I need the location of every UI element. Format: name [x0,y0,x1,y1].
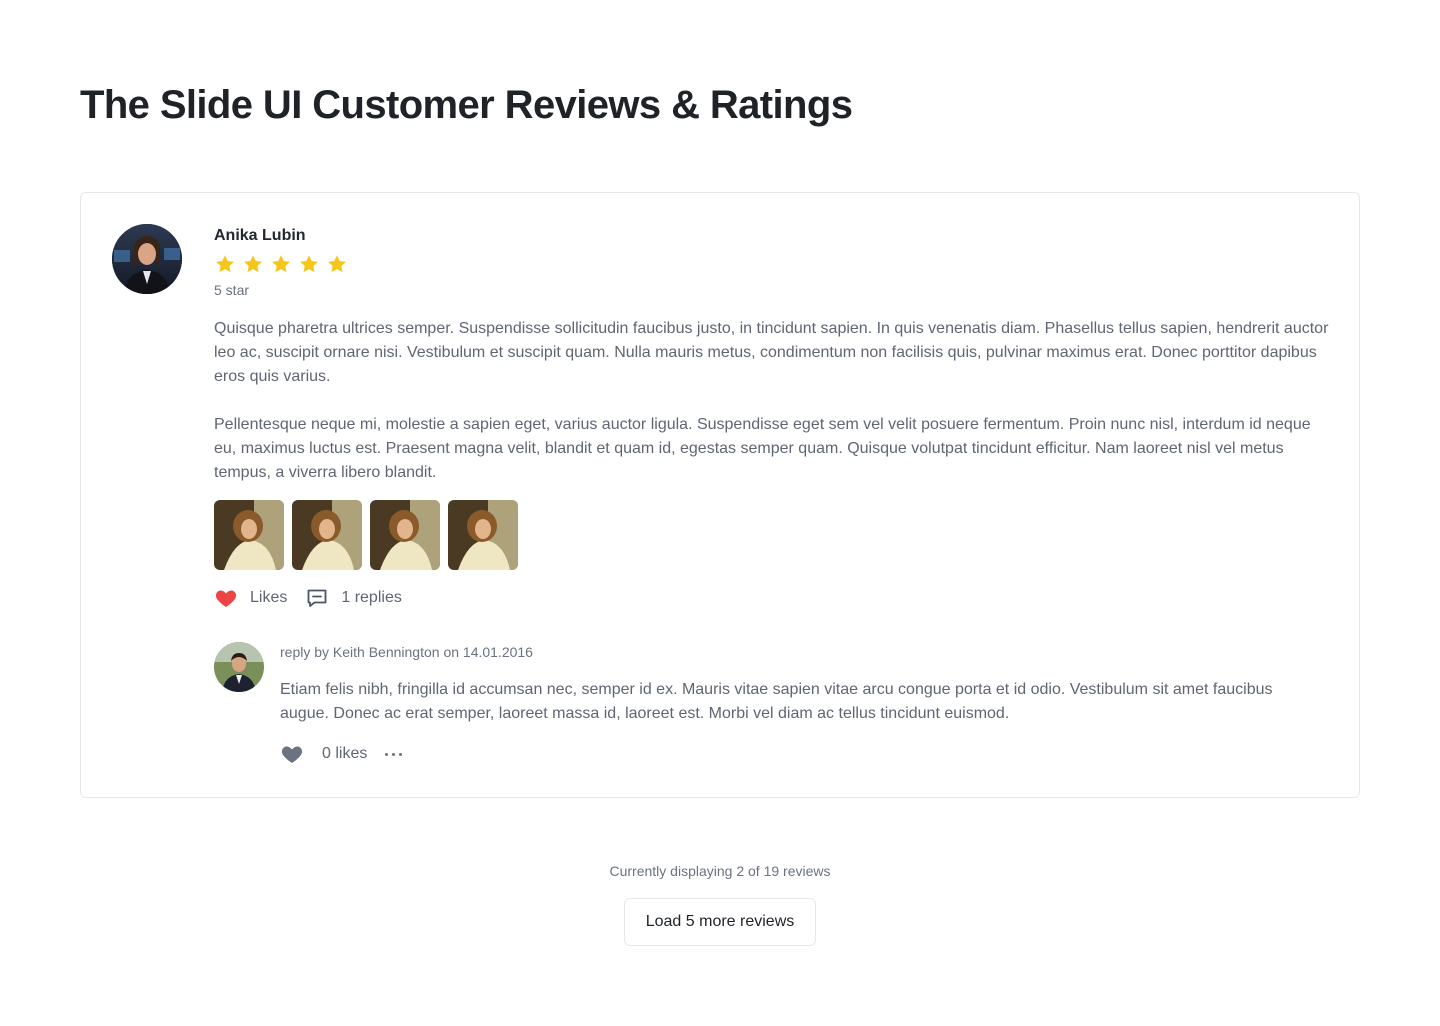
heart-icon [281,746,303,763]
star-icon [244,255,262,273]
replies-label: 1 replies [341,589,402,606]
rating-label: 5 star [214,282,250,298]
review-card: Anika Lubin 5 star Quisque pharetra ultr… [80,192,1360,798]
reply-like-button[interactable]: 0 likes [280,742,367,766]
more-dot-icon [399,752,403,756]
like-button[interactable]: Likes [214,586,287,610]
review-photo[interactable] [214,500,284,570]
star-icon [272,255,290,273]
star-icon [300,255,318,273]
page-title: The Slide UI Customer Reviews & Ratings [80,83,853,127]
more-dot-icon [392,752,396,756]
reply-likes-label: 0 likes [322,745,368,762]
reply-author-avatar[interactable] [214,642,264,692]
review-photo[interactable] [292,500,362,570]
reply-actions: 0 likes [280,742,403,766]
review-actions: Likes 1 replies [214,586,402,610]
review-photo[interactable] [370,500,440,570]
star-rating [214,253,348,275]
reviewer-name: Anika Lubin [214,227,306,244]
likes-label: Likes [250,589,288,606]
reply-meta: reply by Keith Bennington on 14.01.2016 [280,644,533,660]
review-photo[interactable] [448,500,518,570]
star-icon [216,255,234,273]
reply-body: Etiam felis nibh, fringilla id accumsan … [280,681,1273,722]
heart-icon [215,590,237,607]
more-dot-icon [385,752,389,756]
review-photos [214,500,518,570]
reviewer-avatar[interactable] [112,224,182,294]
comment-icon [307,589,327,607]
reviews-count-status: Currently displaying 2 of 19 reviews [609,863,831,879]
review-body: Quisque pharetra ultrices semper. Suspen… [214,317,1334,485]
more-options-button[interactable] [385,742,403,766]
review-paragraph: Quisque pharetra ultrices semper. Suspen… [214,320,1329,385]
review-paragraph: Pellentesque neque mi, molestie a sapien… [214,416,1311,481]
star-icon [328,255,346,273]
replies-button[interactable]: 1 replies [305,586,402,610]
load-more-button[interactable]: Load 5 more reviews [624,898,816,946]
